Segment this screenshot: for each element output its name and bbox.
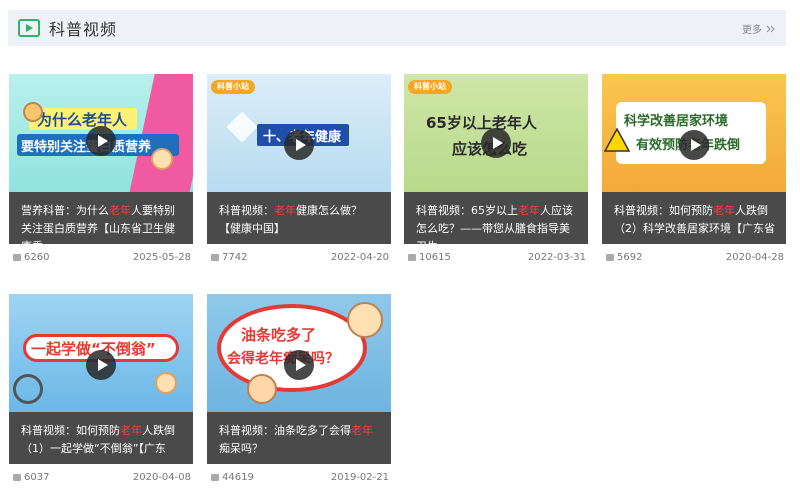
- video-thumbnail[interactable]: 油条吃多了 会得老年痴呆吗？: [207, 294, 391, 412]
- views-icon: [408, 253, 416, 261]
- video-title[interactable]: 科普视频：如何预防老年人跌倒（1）一起学做“不倒翁”【广东: [9, 412, 193, 464]
- view-count: 6037: [24, 471, 50, 483]
- video-title[interactable]: 科普视频：油条吃多了会得老年痴呆吗？: [207, 412, 391, 464]
- play-button[interactable]: [481, 128, 511, 158]
- publish-date: 2020-04-28: [725, 251, 784, 263]
- thumb-text-line2: 会得老年痴呆吗？: [227, 351, 339, 367]
- video-grid: 为什么老年人 要特别关注蛋白质营养 营养科普：为什么老年人要特别关注蛋白质营养【…: [0, 0, 800, 494]
- view-count: 10615: [419, 251, 451, 263]
- video-card[interactable]: 油条吃多了 会得老年痴呆吗？ 科普视频：油条吃多了会得老年痴呆吗？ 44619 …: [207, 294, 391, 490]
- video-meta: 5692 2020-04-28: [602, 248, 786, 266]
- play-button[interactable]: [284, 350, 314, 380]
- thumb-logo: 科普小站: [217, 82, 249, 91]
- video-meta: 7742 2022-04-20: [207, 248, 391, 266]
- publish-date: 2020-04-08: [132, 471, 191, 483]
- views-icon: [13, 473, 21, 481]
- video-thumbnail[interactable]: 一起学做“不倒翁”: [9, 294, 193, 412]
- play-button[interactable]: [284, 130, 314, 160]
- video-card[interactable]: 科普小站 十、老年健康 科普视频：老年健康怎么做？【健康中国】 7742 202…: [207, 74, 391, 270]
- video-thumbnail[interactable]: 科普小站 十、老年健康: [207, 74, 391, 192]
- video-meta: 6260 2025-05-28: [9, 248, 193, 266]
- video-title[interactable]: 营养科普：为什么老年人要特别关注蛋白质营养【山东省卫生健康委: [9, 192, 193, 244]
- video-card[interactable]: 科学改善居家环境 有效预防老年跌倒 科普视频：如何预防老年人跌倒（2）科学改善居…: [602, 74, 786, 270]
- publish-date: 2019-02-21: [330, 471, 389, 483]
- thumb-text-line1: 科学改善居家环境: [624, 114, 729, 129]
- views-icon: [606, 253, 614, 261]
- views-icon: [211, 253, 219, 261]
- video-title[interactable]: 科普视频：老年健康怎么做？【健康中国】: [207, 192, 391, 244]
- video-meta: 10615 2022-03-31: [404, 248, 588, 266]
- play-button[interactable]: [679, 130, 709, 160]
- play-button[interactable]: [86, 350, 116, 380]
- video-thumbnail[interactable]: 科普小站 65岁以上老年人 应该怎么吃: [404, 74, 588, 192]
- video-meta: 44619 2019-02-21: [207, 468, 391, 486]
- views-icon: [211, 473, 219, 481]
- publish-date: 2022-03-31: [527, 251, 586, 263]
- video-card[interactable]: 科普小站 65岁以上老年人 应该怎么吃 科普视频：65岁以上老年人应该怎么吃？—…: [404, 74, 588, 270]
- video-thumbnail[interactable]: 科学改善居家环境 有效预防老年跌倒: [602, 74, 786, 192]
- video-title[interactable]: 科普视频：65岁以上老年人应该怎么吃？——带您从膳食指导美卫生: [404, 192, 588, 244]
- play-button[interactable]: [86, 126, 116, 156]
- video-title[interactable]: 科普视频：如何预防老年人跌倒（2）科学改善居家环境【广东省: [602, 192, 786, 244]
- views-icon: [13, 253, 21, 261]
- video-card[interactable]: 为什么老年人 要特别关注蛋白质营养 营养科普：为什么老年人要特别关注蛋白质营养【…: [9, 74, 193, 270]
- view-count: 7742: [222, 251, 248, 263]
- view-count: 5692: [617, 251, 643, 263]
- video-meta: 6037 2020-04-08: [9, 468, 193, 486]
- video-card[interactable]: 一起学做“不倒翁” 科普视频：如何预防老年人跌倒（1）一起学做“不倒翁”【广东 …: [9, 294, 193, 490]
- view-count: 6260: [24, 251, 50, 263]
- thumb-text-line1: 为什么老年人: [37, 111, 128, 129]
- view-count: 44619: [222, 471, 254, 483]
- publish-date: 2022-04-20: [330, 251, 389, 263]
- publish-date: 2025-05-28: [132, 251, 191, 263]
- thumb-logo: 科普小站: [414, 82, 446, 91]
- thumb-text-line1: 油条吃多了: [241, 326, 317, 344]
- video-thumbnail[interactable]: 为什么老年人 要特别关注蛋白质营养: [9, 74, 193, 192]
- warning-icon: [604, 128, 630, 152]
- thumb-text-line1: 65岁以上老年人: [426, 114, 537, 132]
